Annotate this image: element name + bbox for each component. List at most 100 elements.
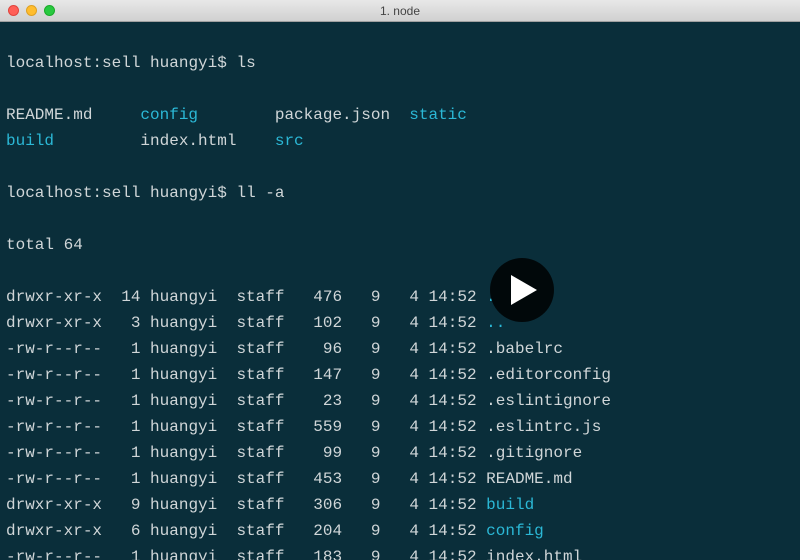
ll-size: 96	[294, 340, 342, 358]
ll-group: staff	[236, 444, 284, 462]
prompt-host: localhost	[6, 54, 92, 72]
ll-perm: -rw-r--r--	[6, 444, 102, 462]
ls-item: README.md	[6, 102, 140, 128]
ls-item: config	[140, 102, 274, 128]
ll-owner: huangyi	[150, 444, 217, 462]
ll-group: staff	[236, 470, 284, 488]
ls-output: README.md config package.json static bui…	[6, 102, 794, 154]
prompt-path: sell	[102, 54, 140, 72]
ll-group: staff	[236, 340, 284, 358]
play-button[interactable]	[490, 258, 554, 322]
ll-name: index.html	[486, 548, 582, 560]
ll-month: 9	[352, 548, 381, 560]
ll-group: staff	[236, 548, 284, 560]
ll-perm: -rw-r--r--	[6, 470, 102, 488]
close-button[interactable]	[8, 5, 19, 16]
ll-row: -rw-r--r-- 1 huangyi staff 147 9 4 14:52…	[6, 362, 794, 388]
ll-group: staff	[236, 522, 284, 540]
ll-links: 3	[102, 314, 140, 332]
ll-links: 1	[102, 548, 140, 560]
ls-row: build index.html src	[6, 128, 794, 154]
ll-name: .eslintignore	[486, 392, 611, 410]
ll-row: drwxr-xr-x 3 huangyi staff 102 9 4 14:52…	[6, 310, 794, 336]
maximize-button[interactable]	[44, 5, 55, 16]
ll-row: -rw-r--r-- 1 huangyi staff 96 9 4 14:52 …	[6, 336, 794, 362]
window-titlebar: 1. node	[0, 0, 800, 22]
ll-size: 147	[294, 366, 342, 384]
ll-day: 4	[390, 418, 419, 436]
play-icon	[511, 275, 537, 305]
ll-owner: huangyi	[150, 418, 217, 436]
ll-time: 14:52	[429, 522, 477, 540]
ll-name: .babelrc	[486, 340, 563, 358]
ll-output: drwxr-xr-x 1 4 huangyi staff 476 9 4 14:5…	[6, 284, 794, 560]
ll-month: 9	[352, 418, 381, 436]
ll-owner: huangyi	[150, 366, 217, 384]
ls-item: build	[6, 128, 140, 154]
ll-time: 14:52	[429, 496, 477, 514]
ll-size: 453	[294, 470, 342, 488]
ll-perm: -rw-r--r--	[6, 392, 102, 410]
ll-size: 559	[294, 418, 342, 436]
ll-size: 476	[294, 288, 342, 306]
ll-time: 14:52	[429, 444, 477, 462]
ll-day: 4	[390, 522, 419, 540]
ll-group: staff	[236, 288, 284, 306]
ll-month: 9	[352, 470, 381, 488]
ll-links: 9	[102, 496, 140, 514]
ll-name: config	[486, 522, 544, 540]
ll-perm: -rw-r--r--	[6, 366, 102, 384]
ll-month: 9	[352, 392, 381, 410]
ll-group: staff	[236, 418, 284, 436]
terminal[interactable]: localhost:sell huangyi$ ls README.md con…	[0, 22, 800, 560]
ll-owner: huangyi	[150, 470, 217, 488]
ll-links: 1	[102, 366, 140, 384]
ll-name: .gitignore	[486, 444, 582, 462]
ll-day: 4	[390, 496, 419, 514]
ll-time: 14:52	[429, 288, 477, 306]
ll-owner: huangyi	[150, 340, 217, 358]
ll-row: -rw-r--r-- 1 huangyi staff 183 9 4 14:52…	[6, 544, 794, 560]
ll-month: 9	[352, 314, 381, 332]
ll-owner: huangyi	[150, 392, 217, 410]
ll-perm: -rw-r--r--	[6, 340, 102, 358]
prompt-line: localhost:sell huangyi$ ls	[6, 50, 794, 76]
command-ll: ll -a	[236, 184, 284, 202]
ll-perm: -rw-r--r--	[6, 548, 102, 560]
ll-time: 14:52	[429, 470, 477, 488]
ll-day: 4	[390, 470, 419, 488]
ll-time: 14:52	[429, 418, 477, 436]
ll-name: build	[486, 496, 534, 514]
ll-size: 306	[294, 496, 342, 514]
command-ls: ls	[236, 54, 255, 72]
ll-owner: huangyi	[150, 548, 217, 560]
ll-day: 4	[390, 444, 419, 462]
ll-row: -rw-r--r-- 1 huangyi staff 23 9 4 14:52 …	[6, 388, 794, 414]
ll-day: 4	[390, 314, 419, 332]
ll-size: 204	[294, 522, 342, 540]
ll-row: -rw-r--r-- 1 huangyi staff 559 9 4 14:52…	[6, 414, 794, 440]
ll-month: 9	[352, 288, 381, 306]
ll-month: 9	[352, 522, 381, 540]
ll-day: 4	[390, 288, 419, 306]
ll-group: staff	[236, 392, 284, 410]
ll-time: 14:52	[429, 340, 477, 358]
ll-row: -rw-r--r-- 1 huangyi staff 99 9 4 14:52 …	[6, 440, 794, 466]
ll-time: 14:52	[429, 366, 477, 384]
ll-perm: drwxr-xr-x	[6, 314, 102, 332]
ll-links: 1	[102, 392, 140, 410]
ll-name: .editorconfig	[486, 366, 611, 384]
ll-name: README.md	[486, 470, 572, 488]
ll-group: staff	[236, 314, 284, 332]
ll-perm: drwxr-xr-x	[6, 522, 102, 540]
ll-size: 102	[294, 314, 342, 332]
ll-month: 9	[352, 366, 381, 384]
ll-day: 4	[390, 392, 419, 410]
ll-row: drwxr-xr-x 9 huangyi staff 306 9 4 14:52…	[6, 492, 794, 518]
ll-time: 14:52	[429, 314, 477, 332]
ll-size: 99	[294, 444, 342, 462]
prompt-line: localhost:sell huangyi$ ll -a	[6, 180, 794, 206]
ll-size: 23	[294, 392, 342, 410]
minimize-button[interactable]	[26, 5, 37, 16]
ll-owner: huangyi	[150, 496, 217, 514]
